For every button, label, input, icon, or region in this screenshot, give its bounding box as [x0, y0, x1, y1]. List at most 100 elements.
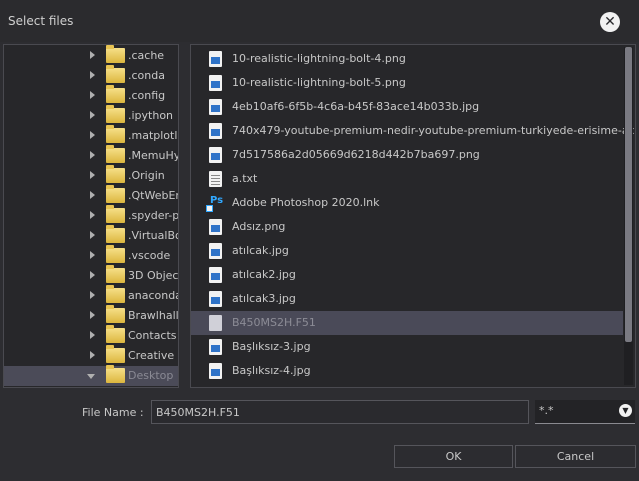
- tree-item-label: .Origin: [128, 169, 165, 182]
- folder-icon: [106, 145, 125, 163]
- collapsed-arrow-icon[interactable]: [90, 311, 95, 319]
- collapsed-arrow-icon[interactable]: [90, 171, 95, 179]
- image-file-icon: [209, 219, 222, 235]
- tree-item-label: .MemuHyperv: [128, 149, 178, 162]
- file-name: Adsız.png: [232, 220, 286, 233]
- file-name: Adobe Photoshop 2020.lnk: [232, 196, 380, 209]
- file-row[interactable]: 4eb10af6-6f5b-4c6a-b45f-83ace14b033b.jpg: [191, 95, 623, 119]
- tree-item-label: .ipython: [128, 109, 174, 122]
- tree-item[interactable]: .MemuHyperv: [4, 145, 178, 166]
- tree-item[interactable]: .VirtualBox: [4, 225, 178, 246]
- tree-item[interactable]: .conda: [4, 65, 178, 86]
- file-row[interactable]: atılcak.jpg: [191, 239, 623, 263]
- tree-item-label: Brawlhalla: [128, 309, 178, 322]
- collapsed-arrow-icon[interactable]: [90, 211, 95, 219]
- file-row[interactable]: atılcak2.jpg: [191, 263, 623, 287]
- scrollbar-thumb[interactable]: [625, 47, 632, 342]
- file-row[interactable]: a.txt: [191, 167, 623, 191]
- filter-value: *.*: [539, 404, 554, 417]
- file-name: B450MS2H.F51: [232, 316, 316, 329]
- file-row[interactable]: atılcak3.jpg: [191, 287, 623, 311]
- tree-item-label: .config: [128, 89, 166, 102]
- image-file-icon: [209, 291, 222, 307]
- tree-item[interactable]: Contacts: [4, 325, 178, 346]
- collapsed-arrow-icon[interactable]: [90, 191, 95, 199]
- cancel-button[interactable]: Cancel: [515, 445, 636, 468]
- tree-item-label: 3D Objects: [128, 269, 178, 282]
- collapsed-arrow-icon[interactable]: [90, 51, 95, 59]
- folder-icon: [106, 65, 125, 83]
- ok-button[interactable]: OK: [394, 445, 513, 468]
- blank-file-icon: [209, 315, 222, 331]
- collapsed-arrow-icon[interactable]: [90, 331, 95, 339]
- file-type-filter[interactable]: *.* ▼: [535, 400, 635, 424]
- expanded-arrow-icon[interactable]: [87, 374, 95, 379]
- image-file-icon: [209, 339, 222, 355]
- collapsed-arrow-icon[interactable]: [90, 231, 95, 239]
- tree-item[interactable]: .config: [4, 85, 178, 106]
- file-row[interactable]: Adsız.png: [191, 215, 623, 239]
- tree-item-label: .conda: [128, 69, 165, 82]
- tree-item[interactable]: .Origin: [4, 165, 178, 186]
- file-name: 740x479-youtube-premium-nedir-youtube-pr…: [232, 124, 635, 137]
- tree-item-label: .cache: [128, 49, 165, 62]
- tree-item-label: anaconda3: [128, 289, 178, 302]
- tree-item[interactable]: .matplotlib: [4, 125, 178, 146]
- tree-item-label: .VirtualBox: [128, 229, 178, 242]
- tree-item-label: Creative Cloud Files: [128, 349, 178, 362]
- image-file-icon: [209, 75, 222, 91]
- file-list[interactable]: 10-realistic-lightning-bolt-4.png 10-real…: [190, 44, 636, 388]
- file-row[interactable]: Başlıksız-4.jpg: [191, 359, 623, 383]
- folder-icon: [106, 265, 125, 283]
- folder-icon: [106, 205, 125, 223]
- tree-item[interactable]: .ipython: [4, 105, 178, 126]
- collapsed-arrow-icon[interactable]: [90, 111, 95, 119]
- tree-item[interactable]: anaconda3: [4, 285, 178, 306]
- tree-item[interactable]: .spyder-py3: [4, 205, 178, 226]
- collapsed-arrow-icon[interactable]: [90, 71, 95, 79]
- tree-item[interactable]: .vscode: [4, 245, 178, 266]
- file-name: atılcak.jpg: [232, 244, 289, 257]
- close-icon[interactable]: ✕: [600, 12, 620, 32]
- tree-item[interactable]: Brawlhalla: [4, 305, 178, 326]
- collapsed-arrow-icon[interactable]: [90, 91, 95, 99]
- image-file-icon: [209, 123, 222, 139]
- image-file-icon: [209, 99, 222, 115]
- tree-item-label: .QtWebEngine: [128, 189, 178, 202]
- folder-icon: [106, 85, 125, 103]
- file-row[interactable]: 7d517586a2d05669d6218d442b7ba697.png: [191, 143, 623, 167]
- tree-item[interactable]: 3D Objects: [4, 265, 178, 286]
- tree-item[interactable]: Creative Cloud Files: [4, 345, 178, 366]
- folder-icon: [106, 365, 125, 383]
- folder-icon: [106, 285, 125, 303]
- tree-item[interactable]: .QtWebEngine: [4, 185, 178, 206]
- collapsed-arrow-icon[interactable]: [90, 271, 95, 279]
- file-row[interactable]: 10-realistic-lightning-bolt-4.png: [191, 47, 623, 71]
- chevron-down-icon[interactable]: ▼: [619, 404, 632, 417]
- folder-icon: [106, 185, 125, 203]
- image-file-icon: [209, 267, 222, 283]
- collapsed-arrow-icon[interactable]: [90, 131, 95, 139]
- folder-tree[interactable]: .cache .conda .config .ipython .matplotlib .M…: [3, 44, 179, 388]
- collapsed-arrow-icon[interactable]: [90, 151, 95, 159]
- file-name: atılcak2.jpg: [232, 268, 296, 281]
- collapsed-arrow-icon[interactable]: [90, 251, 95, 259]
- file-name-label: File Name :: [82, 406, 144, 419]
- file-row[interactable]: Başlıksız-3.jpg: [191, 335, 623, 359]
- file-name: 4eb10af6-6f5b-4c6a-b45f-83ace14b033b.jpg: [232, 100, 480, 113]
- tree-item[interactable]: .cache: [4, 45, 178, 66]
- file-row[interactable]: Ps Adobe Photoshop 2020.lnk: [191, 191, 623, 215]
- text-file-icon: [209, 171, 222, 187]
- file-row[interactable]: 10-realistic-lightning-bolt-5.png: [191, 71, 623, 95]
- tree-item[interactable]: Desktop: [4, 365, 178, 386]
- file-row[interactable]: B450MS2H.F51: [191, 311, 623, 335]
- file-row[interactable]: 740x479-youtube-premium-nedir-youtube-pr…: [191, 119, 635, 143]
- folder-icon: [106, 325, 125, 343]
- collapsed-arrow-icon[interactable]: [90, 291, 95, 299]
- image-file-icon: [209, 363, 222, 379]
- folder-icon: [106, 165, 125, 183]
- tree-item-label: Desktop: [128, 369, 174, 382]
- file-list-scrollbar[interactable]: [624, 47, 633, 385]
- collapsed-arrow-icon[interactable]: [90, 351, 95, 359]
- file-name-input[interactable]: [151, 400, 529, 424]
